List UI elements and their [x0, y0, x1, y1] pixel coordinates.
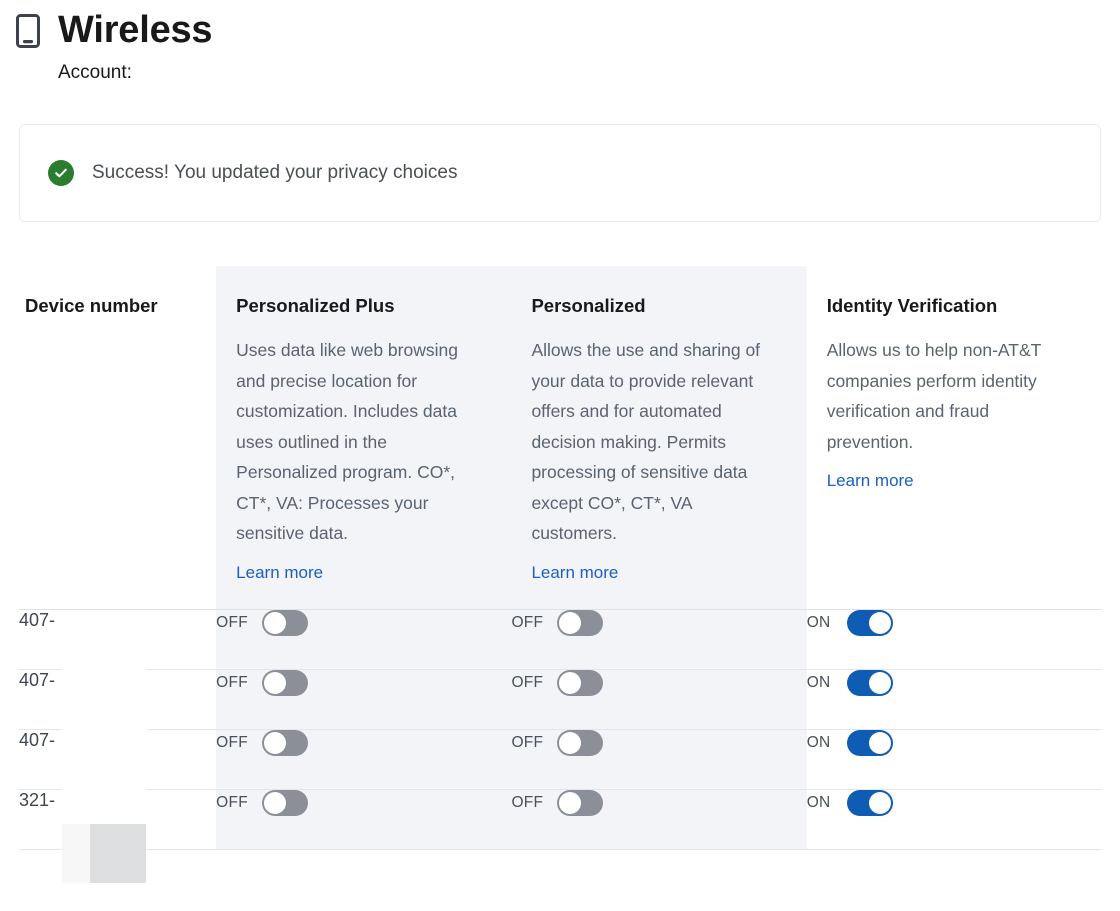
device-number: 321- — [19, 789, 216, 849]
table-row: 407- OFF OFF ON — [19, 729, 1102, 789]
success-message: Success! You updated your privacy choice… — [92, 162, 457, 184]
toggle-cell-personalized: OFF — [511, 789, 806, 849]
learn-more-cell-personalized-plus: Learn more — [216, 549, 511, 609]
success-check-icon — [48, 160, 74, 186]
toggle-cell-personalized: OFF — [511, 609, 806, 669]
toggle-cell-personalized-plus: OFF — [216, 789, 511, 849]
column-header-personalized: Personalized — [511, 266, 806, 317]
toggle-cell-personalized-plus: OFF — [216, 729, 511, 789]
learn-more-link-personalized[interactable]: Learn more — [531, 563, 618, 582]
toggle-identity-verification[interactable] — [847, 670, 893, 696]
toggle-cell-personalized: OFF — [511, 729, 806, 789]
toggle-knob — [264, 792, 286, 814]
table-row: 321- OFF OFF ON — [19, 789, 1102, 849]
page-header: Wireless — [0, 0, 1120, 52]
toggle-personalized[interactable] — [557, 790, 603, 816]
table-header-row: Device number Personalized Plus Uses dat… — [19, 266, 1102, 609]
toggle-cell-personalized: OFF — [511, 669, 806, 729]
toggle-cell-identity-verification: ON — [807, 729, 1102, 789]
toggle-cell-personalized-plus: OFF — [216, 669, 511, 729]
toggle-state-label: OFF — [216, 614, 252, 632]
toggle-state-label: OFF — [511, 794, 547, 812]
toggle-knob — [264, 612, 286, 634]
toggle-state-label: ON — [807, 794, 837, 812]
toggle-state-label: OFF — [216, 734, 252, 752]
toggle-knob — [264, 732, 286, 754]
device-number: 407- — [19, 669, 216, 729]
success-banner: Success! You updated your privacy choice… — [19, 124, 1101, 222]
column-description-personalized-plus: Uses data like web browsing and precise … — [216, 317, 511, 549]
learn-more-link-personalized-plus[interactable]: Learn more — [236, 563, 323, 582]
toggle-state-label: ON — [807, 734, 837, 752]
table-row: 407- OFF OFF ON — [19, 669, 1102, 729]
toggle-state-label: OFF — [216, 794, 252, 812]
toggle-identity-verification[interactable] — [847, 790, 893, 816]
toggle-knob — [869, 732, 891, 754]
column-header-identity-verification: Identity Verification — [807, 266, 1102, 317]
column-personalized-plus: Personalized Plus Uses data like web bro… — [216, 266, 511, 609]
toggle-cell-identity-verification: ON — [807, 609, 1102, 669]
toggle-cell-personalized-plus: OFF — [216, 609, 511, 669]
column-identity-verification: Identity Verification Allows us to help … — [807, 266, 1102, 609]
toggle-personalized-plus[interactable] — [262, 670, 308, 696]
privacy-choices-table: Device number Personalized Plus Uses dat… — [19, 266, 1102, 850]
learn-more-link-identity-verification[interactable]: Learn more — [827, 471, 914, 490]
toggle-knob — [559, 672, 581, 694]
toggle-knob — [869, 672, 891, 694]
toggle-knob — [559, 792, 581, 814]
toggle-knob — [559, 732, 581, 754]
toggle-state-label: ON — [807, 614, 837, 632]
account-label: Account: — [58, 62, 1120, 84]
toggle-state-label: OFF — [511, 614, 547, 632]
toggle-knob — [869, 792, 891, 814]
toggle-personalized-plus[interactable] — [262, 790, 308, 816]
column-header-device: Device number — [19, 266, 216, 317]
toggle-knob — [559, 612, 581, 634]
toggle-knob — [869, 612, 891, 634]
toggle-state-label: OFF — [216, 674, 252, 692]
toggle-personalized[interactable] — [557, 670, 603, 696]
learn-more-cell-identity-verification: Learn more — [807, 457, 1102, 517]
device-number: 407- — [19, 729, 216, 789]
learn-more-cell-personalized: Learn more — [511, 549, 806, 609]
column-description-personalized: Allows the use and sharing of your data … — [511, 317, 806, 549]
toggle-cell-identity-verification: ON — [807, 789, 1102, 849]
toggle-knob — [264, 672, 286, 694]
page-title: Wireless — [58, 10, 212, 52]
device-number: 407- — [19, 609, 216, 669]
toggle-personalized[interactable] — [557, 610, 603, 636]
table-row: 407- OFF OFF ON — [19, 609, 1102, 669]
column-header-personalized-plus: Personalized Plus — [216, 266, 511, 317]
toggle-personalized-plus[interactable] — [262, 730, 308, 756]
toggle-cell-identity-verification: ON — [807, 669, 1102, 729]
column-description-identity-verification: Allows us to help non-AT&T companies per… — [807, 317, 1102, 457]
toggle-state-label: OFF — [511, 734, 547, 752]
toggle-identity-verification[interactable] — [847, 610, 893, 636]
toggle-personalized-plus[interactable] — [262, 610, 308, 636]
toggle-personalized[interactable] — [557, 730, 603, 756]
mobile-phone-icon — [14, 14, 42, 48]
column-personalized: Personalized Allows the use and sharing … — [511, 266, 806, 609]
toggle-state-label: OFF — [511, 674, 547, 692]
column-device: Device number — [19, 266, 216, 609]
toggle-identity-verification[interactable] — [847, 730, 893, 756]
toggle-state-label: ON — [807, 674, 837, 692]
